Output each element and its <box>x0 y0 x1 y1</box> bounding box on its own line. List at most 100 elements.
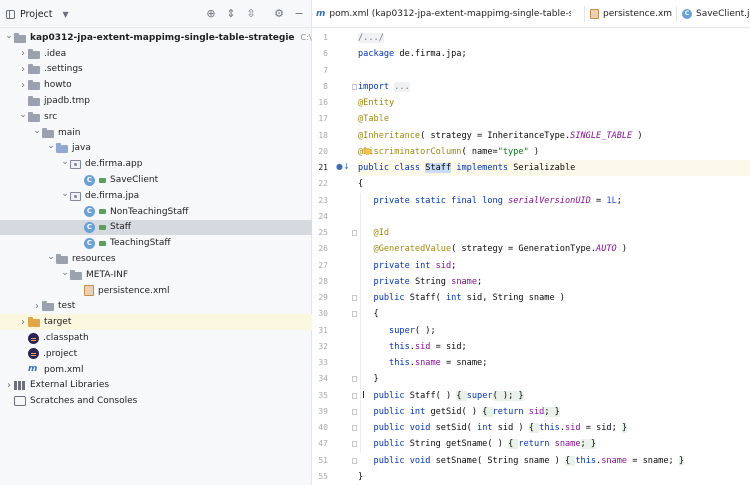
chevron-down-icon[interactable]: ⌄ <box>18 110 28 120</box>
code-line[interactable] <box>358 63 750 79</box>
project-view-selector[interactable]: Project ▼ <box>6 9 69 20</box>
code-line[interactable]: { <box>358 306 750 322</box>
tab-pom-xml[interactable]: m pom.xml (kap0312-jpa-extent-mappimg-si… <box>316 0 571 28</box>
code-line[interactable]: public class Staff implements Serializab… <box>358 160 750 176</box>
tree-item-project[interactable]: .project <box>0 346 312 362</box>
fold-marker-icon[interactable] <box>352 408 357 415</box>
fold-marker-icon[interactable] <box>352 392 357 399</box>
tree-item-jpadb-tmp[interactable]: jpadb.tmp <box>0 93 312 109</box>
tab-saveclient-java[interactable]: C SaveClient.java <box>682 0 750 28</box>
tree-item-main[interactable]: ⌄ main <box>0 125 312 141</box>
code-line[interactable]: this.sid = sid; <box>358 339 750 355</box>
code-line[interactable]: public String getSname( ) { return sname… <box>358 436 750 452</box>
code-line[interactable]: public void setSid( int sid ) { this.sid… <box>358 420 750 436</box>
tree-item-src[interactable]: ⌄ src <box>0 109 312 125</box>
implemented-marker-icon[interactable]: ●↓ <box>336 162 350 171</box>
code-token: public class <box>358 163 426 173</box>
code-line[interactable]: } <box>358 371 750 387</box>
chevron-right-icon[interactable]: › <box>4 380 14 391</box>
code-line[interactable]: @Entity <box>358 95 750 111</box>
tree-item-de-firma-app[interactable]: ⌄ de.firma.app <box>0 156 312 172</box>
tree-item-teachingstaff[interactable]: C TeachingStaff <box>0 235 312 251</box>
hide-icon[interactable]: − <box>293 8 305 20</box>
fold-marker-icon[interactable] <box>352 83 357 90</box>
chevron-right-icon[interactable]: › <box>18 64 28 75</box>
code-editor[interactable]: /.../ package de.firma.jpa; import ... @Ent… <box>358 28 750 485</box>
editor-gutter[interactable]: 1 6 7 8 16 17 18 20 21 22 23 24 25 26 27 28 29 30 31 32 33 34… <box>312 28 358 485</box>
code-line[interactable]: import ... <box>358 79 750 95</box>
code-line[interactable]: private int sid; <box>358 258 750 274</box>
tree-item-howto[interactable]: › howto <box>0 77 312 93</box>
chevron-down-icon[interactable]: ⌄ <box>46 141 56 151</box>
fold-marker-icon[interactable] <box>352 457 357 464</box>
collapse-all-icon[interactable]: ⇳ <box>245 8 257 20</box>
tab-label: SaveClient.java <box>696 9 750 19</box>
chevron-down-icon[interactable]: ⌄ <box>4 31 14 41</box>
tree-item-classpath[interactable]: .classpath <box>0 330 312 346</box>
fold-marker-icon[interactable] <box>352 295 357 301</box>
maven-icon: m <box>316 9 326 19</box>
code-line[interactable]: this.sname = sname; <box>358 355 750 371</box>
code-token: String getSname( ) <box>409 439 509 450</box>
code-line[interactable]: public Staff( int sid, String sname ) <box>358 290 750 306</box>
code-line[interactable]: @DiscriminatorColumn( name="type" ) <box>358 144 750 160</box>
tree-item-scratches-and-consoles[interactable]: Scratches and Consoles <box>0 393 312 409</box>
code-token: @Table <box>358 114 390 125</box>
tree-item-kap0312-jpa-extent-mappimg-single-table-strategie[interactable]: ⌄ kap0312-jpa-extent-mappimg-single-table… <box>0 30 371 46</box>
tree-item-external-libraries[interactable]: › External Libraries <box>0 378 312 394</box>
chevron-down-icon[interactable]: ⌄ <box>60 268 70 278</box>
code-line[interactable]: public int getSid( ) { return sid; } <box>358 404 750 420</box>
tree-item-staff[interactable]: C Staff <box>0 219 312 236</box>
tree-item-idea[interactable]: › .idea <box>0 46 312 62</box>
chevron-down-icon[interactable]: ⌄ <box>60 189 70 199</box>
tree-item-java[interactable]: ⌄ java <box>0 141 312 157</box>
code-line[interactable]: @Inheritance( strategy = InheritanceType… <box>358 128 750 144</box>
tree-item-de-firma-jpa[interactable]: ⌄ de.firma.jpa <box>0 188 312 204</box>
tree-item-pom-xml[interactable]: m pom.xml <box>0 362 312 378</box>
tree-item-settings[interactable]: › .settings <box>0 62 312 78</box>
fold-marker-icon[interactable] <box>352 311 357 318</box>
code-token: ; <box>451 260 457 271</box>
fold-marker-icon[interactable] <box>352 376 357 383</box>
code-line[interactable]: { <box>358 176 750 192</box>
tree-item-nonteachingstaff[interactable]: C NonTeachingStaff <box>0 204 312 220</box>
tree-item-test[interactable]: › test <box>0 299 312 315</box>
fold-marker-icon[interactable] <box>352 230 357 236</box>
tree-item-resources[interactable]: ⌄ resources <box>0 251 312 267</box>
fold-marker-icon[interactable] <box>352 441 357 448</box>
intention-bulb-icon[interactable] <box>364 147 371 155</box>
tree-item-persistence-xml[interactable]: persistence.xml <box>0 283 312 299</box>
line-number: 27 <box>318 260 328 270</box>
code-line[interactable]: package de.firma.jpa; <box>358 46 750 62</box>
chevron-right-icon[interactable]: › <box>32 301 42 312</box>
tree-item-target[interactable]: › target <box>0 314 312 331</box>
chevron-down-icon[interactable]: ⌄ <box>32 126 42 136</box>
crosshair-icon[interactable]: ⊕ <box>205 8 217 20</box>
tab-persistence-xml[interactable]: persistence.xml <box>590 0 672 28</box>
code-line[interactable]: } <box>358 469 750 485</box>
code-line[interactable] <box>358 209 750 225</box>
code-line[interactable]: public void setSname( String sname ) { t… <box>358 453 750 469</box>
code-line[interactable]: public Staff( ) { super( ); } <box>358 388 750 404</box>
tree-item-meta-inf[interactable]: ⌄ META-INF <box>0 267 312 283</box>
code-line[interactable]: /.../ <box>358 30 750 46</box>
chevron-down-icon[interactable]: ⌄ <box>46 252 56 262</box>
tree-item-saveclient[interactable]: C SaveClient <box>0 172 312 188</box>
expand-all-icon[interactable]: ⇕ <box>225 8 237 20</box>
code-token: ( ); <box>414 325 436 336</box>
fold-marker-icon[interactable] <box>352 425 357 431</box>
code-line[interactable]: @GeneratedValue( strategy = GenerationTy… <box>358 241 750 257</box>
chevron-right-icon[interactable]: › <box>18 317 28 328</box>
settings-icon[interactable]: ⚙ <box>273 8 285 20</box>
code-token: this <box>539 423 560 433</box>
chevron-right-icon[interactable]: › <box>18 80 28 91</box>
chevron-down-icon[interactable]: ⌄ <box>60 157 70 167</box>
code-line[interactable]: super( ); <box>358 323 750 339</box>
code-line[interactable]: private static final long serialVersionU… <box>358 193 750 209</box>
chevron-right-icon[interactable]: › <box>18 48 28 59</box>
code-line[interactable]: private String sname; <box>358 274 750 290</box>
code-line[interactable]: @Table <box>358 111 750 127</box>
code-line[interactable]: @Id <box>358 225 750 241</box>
